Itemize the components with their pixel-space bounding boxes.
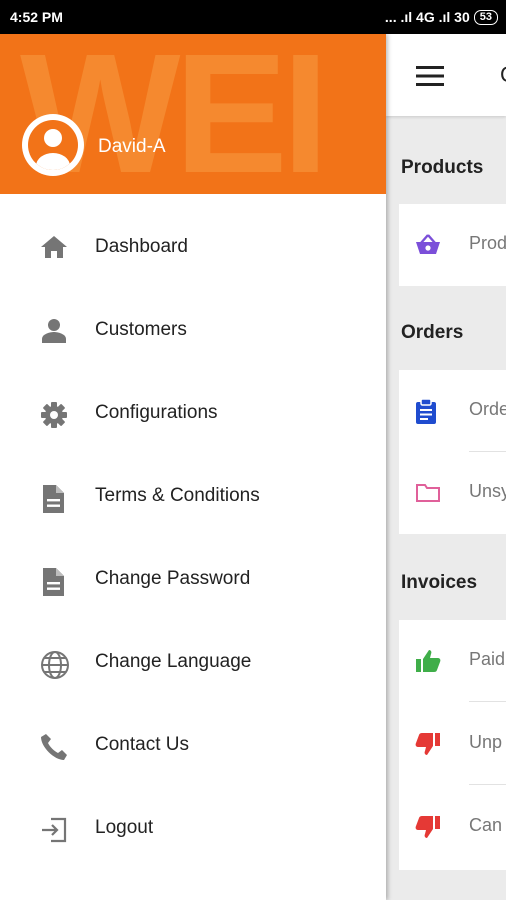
divider [469, 701, 506, 702]
list-item-label: Orde [469, 399, 506, 419]
nav-item-configurations[interactable]: Configurations [0, 373, 386, 456]
signal-text: ... .ıl 4G .ıl 30 [384, 9, 470, 25]
list-item-unsync[interactable]: Unsy [399, 452, 506, 534]
nav-item-customers[interactable]: Customers [0, 290, 386, 373]
nav-item-label: Dashboard [95, 236, 188, 257]
nav-item-label: Configurations [95, 402, 218, 423]
status-bar: 4:52 PM ... .ıl 4G .ıl 30 53 [0, 0, 506, 34]
nav-item-label: Contact Us [95, 734, 189, 755]
section-title-invoices: Invoices [401, 572, 478, 593]
clipboard-icon [416, 399, 436, 424]
document-icon [43, 568, 64, 596]
document-icon [43, 485, 64, 513]
list-item-cancelled[interactable]: Can [399, 786, 506, 868]
products-card: Prod [399, 204, 506, 286]
phone-icon [41, 734, 67, 760]
list-item-label: Unp [469, 732, 503, 752]
app-bar: C [386, 34, 506, 116]
divider [469, 784, 506, 785]
person-icon [42, 319, 66, 343]
list-item-products[interactable]: Prod [399, 204, 506, 286]
nav-item-label: Customers [95, 319, 187, 340]
list-item-orders[interactable]: Orde [399, 370, 506, 452]
navigation-drawer: WEI David-A Dashboard Customers Configur… [0, 34, 386, 900]
orders-card: Orde Unsy [399, 370, 506, 534]
list-item-label: Prod [469, 233, 506, 253]
main-screen: C Products Prod Orders Orde [386, 34, 506, 900]
basket-icon [416, 234, 440, 254]
list-item-label: Paid [469, 649, 506, 669]
nav-item-label: Terms & Conditions [95, 485, 260, 506]
home-icon [41, 236, 67, 258]
nav-item-terms[interactable]: Terms & Conditions [0, 456, 386, 539]
avatar[interactable] [22, 114, 84, 176]
nav-item-logout[interactable]: Logout [0, 788, 386, 871]
nav-item-label: Change Language [95, 651, 252, 672]
battery-icon: 53 [473, 9, 498, 25]
gear-icon [41, 402, 67, 428]
nav-item-change-language[interactable]: Change Language [0, 622, 386, 705]
globe-icon [41, 651, 69, 679]
thumbs-up-icon [416, 650, 441, 672]
status-time: 4:52 PM [10, 9, 63, 25]
nav-item-label: Logout [95, 817, 154, 838]
nav-item-change-password[interactable]: Change Password [0, 539, 386, 622]
user-name: David-A [98, 136, 166, 157]
list-item-label: Unsy [469, 481, 506, 501]
status-indicators: ... .ıl 4G .ıl 30 53 [385, 9, 498, 25]
list-item-label: Can [469, 815, 503, 835]
hamburger-menu-icon[interactable] [416, 66, 444, 86]
app-title: C [500, 62, 506, 88]
person-icon [28, 120, 78, 170]
thumbs-down-icon [415, 733, 440, 755]
list-item-paid[interactable]: Paid [399, 620, 506, 702]
nav-item-contact-us[interactable]: Contact Us [0, 705, 386, 788]
nav-item-dashboard[interactable]: Dashboard [0, 207, 386, 290]
thumbs-down-icon [415, 816, 440, 838]
logout-icon [42, 817, 67, 843]
section-title-orders: Orders [401, 322, 464, 343]
folder-icon [416, 484, 440, 502]
list-item-unpaid[interactable]: Unp [399, 703, 506, 785]
section-title-products: Products [401, 157, 484, 178]
drawer-header: WEI David-A [0, 34, 386, 194]
invoices-card: Paid Unp Can [399, 620, 506, 870]
nav-item-label: Change Password [95, 568, 251, 589]
